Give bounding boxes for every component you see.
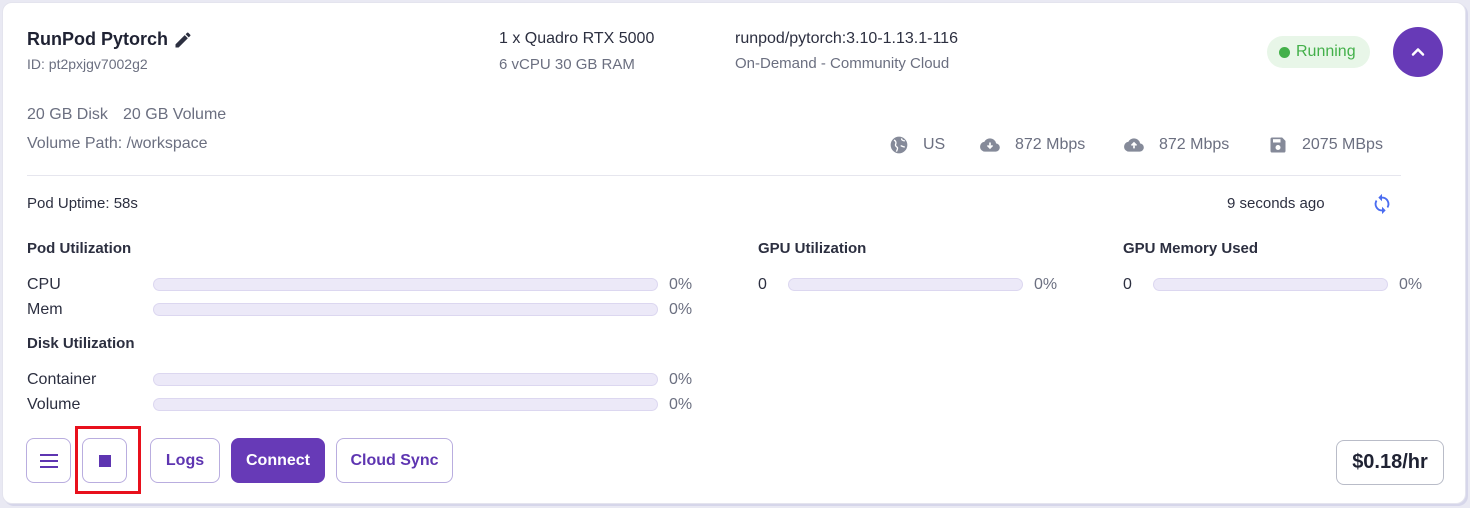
status-label: Running (1296, 43, 1356, 60)
pencil-icon[interactable] (173, 30, 193, 50)
highlight-box (75, 426, 141, 494)
cpu-bar (153, 278, 658, 291)
mem-label: Mem (27, 301, 63, 318)
gpu-memory-bar (1153, 278, 1388, 291)
chevron-up-icon (1411, 48, 1425, 56)
refresh-icon[interactable] (1371, 193, 1393, 220)
disk-speed-stat: 2075 MBps (1268, 135, 1383, 155)
region-stat: US (889, 135, 945, 155)
download-stat: 872 Mbps (979, 135, 1085, 155)
volume-path: Volume Path: /workspace (27, 135, 208, 152)
gpu-memory-title: GPU Memory Used (1123, 240, 1259, 257)
cloud-download-icon (980, 138, 1000, 152)
region-value: US (923, 136, 946, 153)
pod-card: RunPod Pytorch ID: pt2pxjgv7002g2 1 x Qu… (2, 2, 1466, 504)
volume-label: Volume (27, 396, 81, 413)
price-badge: $0.18/hr (1336, 440, 1444, 485)
cloud-upload-icon (1124, 138, 1144, 152)
upload-stat: 872 Mbps (1123, 135, 1229, 155)
cloud-sync-button[interactable]: Cloud Sync (336, 438, 453, 483)
pod-id: ID: pt2pxjgv7002g2 (27, 56, 148, 72)
status-badge: Running (1267, 36, 1370, 68)
hamburger-icon (39, 453, 58, 468)
pod-utilization-title: Pod Utilization (27, 240, 132, 257)
status-dot-icon (1279, 46, 1290, 58)
disk-speed-value: 2075 MBps (1302, 136, 1383, 153)
gpu-memory-index: 0 (1123, 276, 1132, 293)
disk-utilization-title: Disk Utilization (27, 335, 135, 352)
last-updated: 9 seconds ago (1227, 195, 1325, 212)
container-value: 0% (669, 371, 693, 388)
gpu-utilization-value: 0% (1034, 276, 1058, 293)
mem-bar (153, 303, 658, 316)
download-value: 872 Mbps (1015, 136, 1086, 153)
gpu-utilization-title: GPU Utilization (758, 240, 867, 257)
disk-size: 20 GB Disk (27, 106, 108, 123)
cpu-value: 0% (669, 276, 693, 293)
gpu-utilization-bar (788, 278, 1023, 291)
gpu-type: 1 x Quadro RTX 5000 (499, 30, 655, 47)
pod-uptime: Pod Uptime: 58s (27, 195, 138, 212)
gpu-index: 0 (758, 276, 767, 293)
gpu-memory-value: 0% (1399, 276, 1423, 293)
mem-value: 0% (669, 301, 693, 318)
pod-resources: 6 vCPU 30 GB RAM (499, 56, 635, 73)
globe-icon (890, 136, 908, 154)
volume-bar (153, 398, 658, 411)
logs-button[interactable]: Logs (150, 438, 220, 483)
volume-size: 20 GB Volume (123, 106, 227, 123)
container-image: runpod/pytorch:3.10-1.13.1-116 (735, 30, 958, 47)
connect-button[interactable]: Connect (231, 438, 325, 483)
upload-value: 872 Mbps (1159, 136, 1230, 153)
volume-value: 0% (669, 396, 693, 413)
save-icon (1270, 137, 1286, 153)
cpu-label: CPU (27, 276, 61, 293)
divider (27, 175, 1401, 176)
collapse-button[interactable] (1393, 27, 1443, 77)
pod-name: RunPod Pytorch (27, 29, 169, 49)
menu-button[interactable] (26, 438, 71, 483)
pricing-type: On-Demand - Community Cloud (735, 55, 950, 72)
container-bar (153, 373, 658, 386)
container-label: Container (27, 371, 97, 388)
